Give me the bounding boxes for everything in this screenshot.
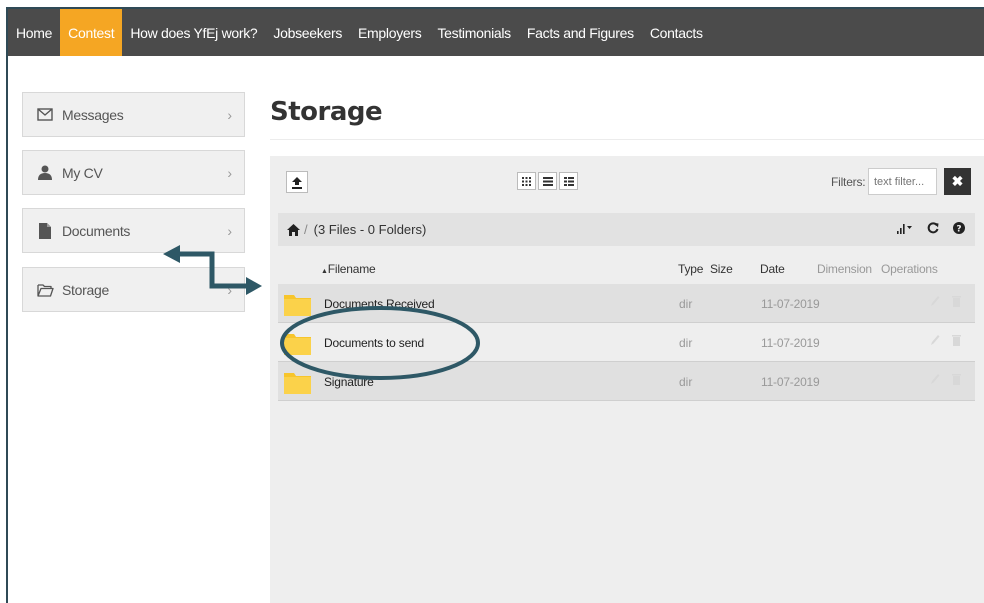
sidebar-item-my-cv[interactable]: My CV › (22, 150, 245, 195)
chevron-right-icon: › (227, 222, 232, 239)
column-filename[interactable]: ▲Filename (321, 262, 376, 276)
chevron-right-icon: › (227, 106, 232, 123)
table-header: ▲Filename Type Size Date Dimension Opera… (278, 255, 975, 283)
file-date: 11-07-2019 (761, 375, 820, 389)
sidebar-item-label: Messages (62, 106, 124, 123)
envelope-icon (36, 106, 54, 124)
file-type: dir (679, 375, 693, 389)
sidebar-item-storage[interactable]: Storage › (22, 267, 245, 312)
row-operations (930, 334, 961, 346)
list-icon (542, 176, 553, 186)
file-type: dir (679, 297, 693, 311)
table-row[interactable]: Documents to send dir 11-07-2019 (278, 323, 975, 362)
file-date: 11-07-2019 (761, 336, 820, 350)
upload-icon (292, 176, 302, 189)
file-name[interactable]: Documents Received (324, 297, 435, 311)
folder-icon (284, 373, 311, 394)
sort-asc-icon: ▲ (321, 268, 328, 275)
file-name[interactable]: Signature (324, 375, 374, 389)
sidebar-item-label: Documents (62, 222, 131, 239)
page-title: Storage (270, 97, 383, 127)
nav-home[interactable]: Home (8, 9, 60, 56)
nav-contacts[interactable]: Contacts (642, 9, 711, 56)
folder-icon (284, 295, 311, 316)
edit-icon[interactable] (930, 295, 940, 307)
filters-label: Filters: (831, 175, 866, 189)
filter-input[interactable] (868, 168, 937, 195)
svg-text:?: ? (956, 224, 961, 234)
file-type: dir (679, 336, 693, 350)
row-operations (930, 373, 961, 385)
view-mode-group (517, 172, 578, 190)
breadcrumb-summary: (3 Files - 0 Folders) (313, 222, 427, 237)
nav-jobseekers[interactable]: Jobseekers (265, 9, 350, 56)
clear-filter-button[interactable]: ✖ (944, 168, 971, 195)
title-divider (270, 139, 984, 140)
sidebar-item-messages[interactable]: Messages › (22, 92, 245, 137)
table-row[interactable]: Signature dir 11-07-2019 (278, 362, 975, 401)
list-view-button[interactable] (538, 172, 557, 190)
user-icon (36, 164, 54, 182)
refresh-icon[interactable] (927, 222, 939, 237)
detail-view-button[interactable] (559, 172, 578, 190)
sidebar-item-label: My CV (62, 164, 103, 181)
home-icon[interactable] (287, 223, 300, 236)
chevron-right-icon: › (227, 164, 232, 181)
chevron-right-icon: › (227, 281, 232, 298)
row-operations (930, 295, 961, 307)
grid-view-button[interactable] (517, 172, 536, 190)
nav-facts-figures[interactable]: Facts and Figures (519, 9, 642, 56)
trash-icon[interactable] (952, 334, 961, 346)
nav-employers[interactable]: Employers (350, 9, 429, 56)
column-size[interactable]: Size (710, 262, 733, 276)
column-operations: Operations (881, 262, 938, 276)
trash-icon[interactable] (952, 295, 961, 307)
nav-testimonials[interactable]: Testimonials (429, 9, 518, 56)
column-dimension[interactable]: Dimension (817, 262, 872, 276)
file-date: 11-07-2019 (761, 297, 820, 311)
document-icon (36, 222, 54, 240)
breadcrumb-separator: / (304, 222, 308, 237)
edit-icon[interactable] (930, 334, 940, 346)
close-icon: ✖ (951, 173, 964, 189)
trash-icon[interactable] (952, 373, 961, 385)
sidebar-item-label: Storage (62, 281, 109, 298)
upload-button[interactable] (286, 171, 308, 193)
folder-icon (284, 334, 311, 355)
file-name[interactable]: Documents to send (324, 336, 424, 350)
sidebar-item-documents[interactable]: Documents › (22, 208, 245, 253)
edit-icon[interactable] (930, 373, 940, 385)
column-type[interactable]: Type (678, 262, 703, 276)
nav-how-it-works[interactable]: How does YfEj work? (122, 9, 265, 56)
nav-contest[interactable]: Contest (60, 9, 123, 56)
breadcrumb: / (3 Files - 0 Folders) ? (278, 213, 975, 246)
detail-list-icon (563, 176, 574, 186)
help-icon[interactable]: ? (953, 222, 965, 237)
table-row[interactable]: Documents Received dir 11-07-2019 (278, 284, 975, 323)
column-date[interactable]: Date (760, 262, 785, 276)
grid-icon (522, 176, 531, 186)
file-manager-panel: Filters: ✖ / (3 Files - 0 Folders) ? ▲Fi… (270, 156, 984, 603)
folder-open-icon (36, 281, 54, 299)
sort-menu-icon[interactable] (897, 222, 913, 237)
top-nav: Home Contest How does YfEj work? Jobseek… (8, 9, 984, 56)
